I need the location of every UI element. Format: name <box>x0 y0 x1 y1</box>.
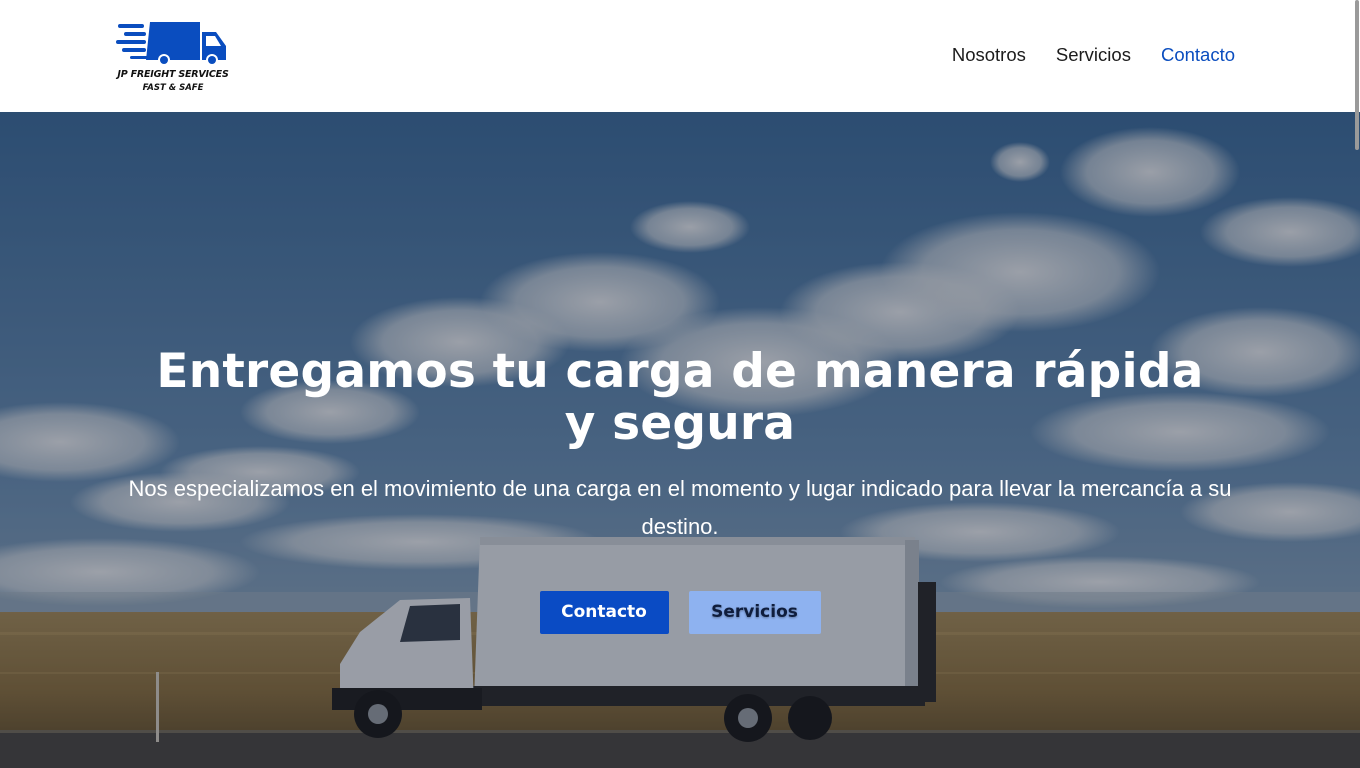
scrollbar-thumb[interactable] <box>1355 0 1359 150</box>
delivery-truck-icon <box>116 22 226 66</box>
hero-subtitle: Nos especializamos en el movimiento de u… <box>128 476 1232 539</box>
servicios-button[interactable]: Servicios <box>688 591 821 634</box>
site-header: JP FREIGHT SERVICES FAST & SAFE Nosotros… <box>0 0 1360 112</box>
main-nav: Nosotros Servicios Contacto <box>952 43 1235 67</box>
page-scrollbar[interactable] <box>1354 0 1360 768</box>
hero-section: Entregamos tu carga de manera rápida y s… <box>0 112 1360 768</box>
brand-tagline: FAST & SAFE <box>142 83 204 93</box>
nav-link-contacto[interactable]: Contacto <box>1161 43 1235 67</box>
contacto-button[interactable]: Contacto <box>539 591 669 634</box>
hero-actions: Contacto Servicios <box>0 591 1360 634</box>
nav-link-servicios[interactable]: Servicios <box>1056 43 1131 67</box>
hero-title: Entregamos tu carga de manera rápida y s… <box>156 344 1204 451</box>
brand-logo[interactable]: JP FREIGHT SERVICES FAST & SAFE <box>116 16 230 96</box>
nav-link-nosotros[interactable]: Nosotros <box>952 43 1026 67</box>
brand-name: JP FREIGHT SERVICES <box>117 69 229 80</box>
